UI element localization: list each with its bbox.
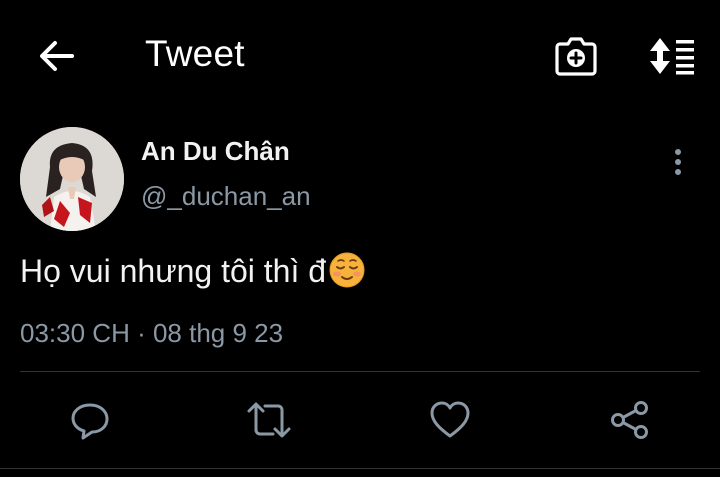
profile-photo: [20, 127, 124, 231]
more-vertical-icon: [675, 149, 681, 175]
share-button[interactable]: [606, 396, 654, 444]
meta-separator: ·: [129, 318, 153, 348]
like-icon: [430, 401, 470, 438]
top-bar: Tweet: [0, 0, 720, 112]
more-options-button[interactable]: [664, 142, 692, 182]
page-title: Tweet: [145, 33, 245, 74]
tweet-text: Họ vui nhưng tôi thì đ: [20, 251, 366, 290]
retweet-icon: [247, 402, 291, 438]
smiling-face-icon: [329, 252, 365, 288]
camera-add-icon: [555, 37, 597, 76]
tweet-date: 08 thg 9 23: [152, 318, 284, 348]
author-name[interactable]: An Du Chân: [141, 136, 290, 167]
arrow-left-icon: [40, 41, 74, 71]
divider: [20, 371, 700, 372]
author-handle[interactable]: @_duchan_an: [141, 181, 311, 212]
share-icon: [611, 401, 648, 439]
tweet-timestamp: 03:30 CH · 08 thg 9 23: [20, 318, 283, 349]
avatar[interactable]: [20, 127, 124, 231]
sort-button[interactable]: [645, 34, 697, 78]
retweet-button[interactable]: [245, 396, 293, 444]
back-button[interactable]: [34, 34, 78, 78]
bottom-divider: [0, 468, 720, 469]
camera-button[interactable]: [553, 34, 599, 78]
sort-list-icon: [650, 38, 694, 75]
tweet-time: 03:30 CH: [20, 318, 130, 348]
tweet-detail-screen: Tweet An Du Chân @_duchan_an Họ vui nhưn…: [0, 0, 720, 477]
like-button[interactable]: [426, 396, 474, 444]
reply-button[interactable]: [66, 396, 114, 444]
reply-icon: [71, 403, 109, 440]
tweet-text-content: Họ vui nhưng tôi thì đ: [20, 253, 327, 289]
